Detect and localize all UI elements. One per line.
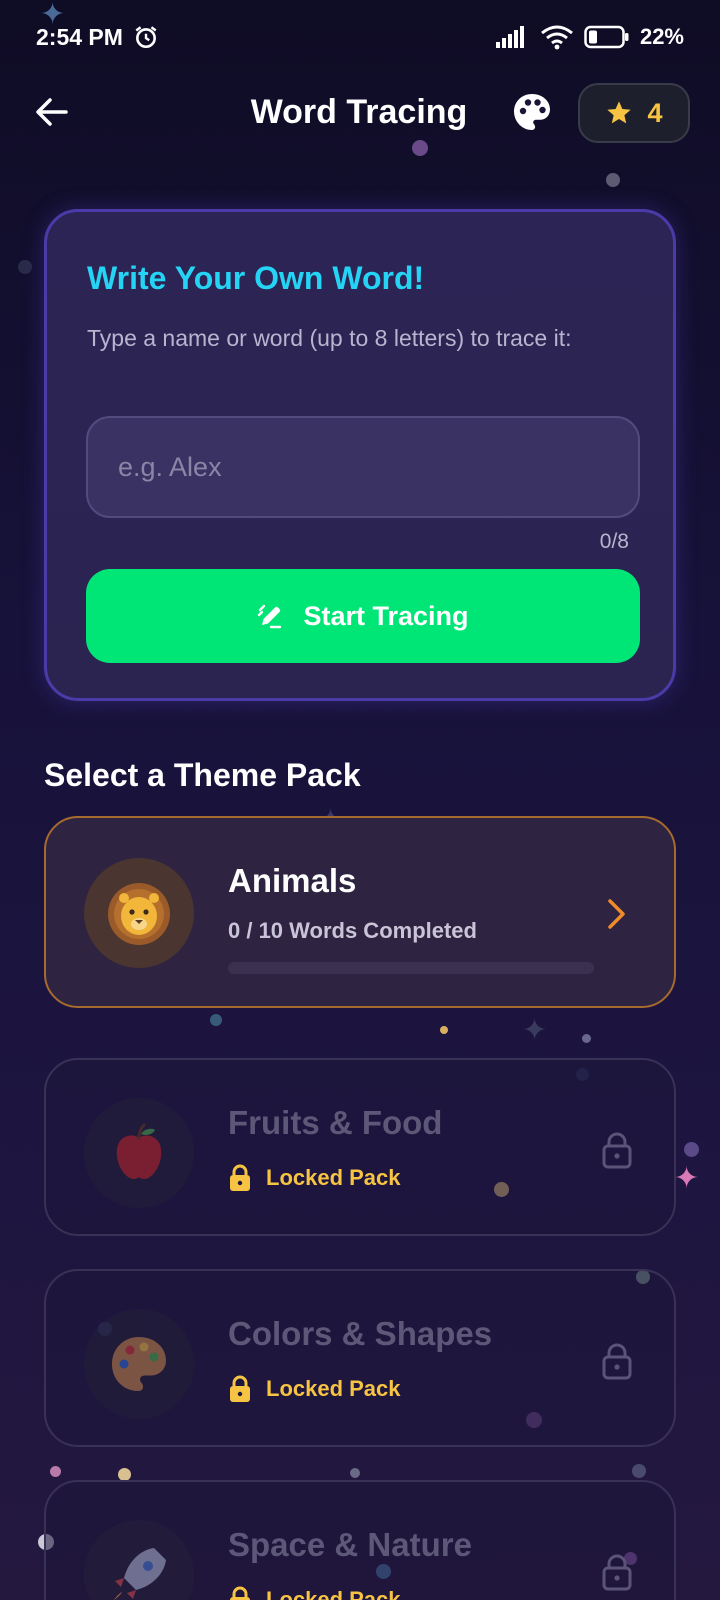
lock-icon xyxy=(230,1375,250,1402)
status-bar: 2:54 PM 22% xyxy=(0,0,720,78)
pack-name: Space & Nature xyxy=(228,1526,472,1563)
star-icon xyxy=(607,101,632,124)
pack-avatar xyxy=(84,1309,194,1419)
start-tracing-label: Start Tracing xyxy=(303,600,469,631)
lock-outline-icon xyxy=(602,1343,632,1380)
alarm-icon xyxy=(135,26,157,49)
rocket-icon xyxy=(114,1548,166,1600)
pack-avatar xyxy=(84,1520,194,1600)
lock-outline-icon xyxy=(602,1132,632,1169)
chevron-right-icon xyxy=(608,899,625,929)
pack-progress-text: 0 / 10 Words Completed xyxy=(228,918,477,943)
locked-label: Locked Pack xyxy=(228,1375,401,1403)
character-counter: 0/8 xyxy=(599,530,629,553)
status-time: 2:54 PM xyxy=(36,24,123,50)
lock-outline-icon xyxy=(602,1554,632,1591)
palette-icon xyxy=(514,94,550,130)
pack-progress-bar xyxy=(228,962,594,974)
star-counter-badge[interactable]: 4 xyxy=(578,83,690,143)
pack-avatar xyxy=(84,858,194,968)
battery-percent: 22% xyxy=(639,24,684,49)
signal-icon xyxy=(495,26,524,48)
locked-pack-text: Locked Pack xyxy=(266,1376,401,1401)
custom-word-description: Type a name or word (up to 8 letters) to… xyxy=(87,325,572,351)
theme-section-title: Select a Theme Pack xyxy=(44,757,361,793)
locked-label: Locked Pack xyxy=(228,1586,401,1600)
locked-label: Locked Pack xyxy=(228,1164,401,1192)
lock-icon xyxy=(230,1586,250,1600)
apple-icon xyxy=(116,1123,162,1179)
start-tracing-button[interactable]: Start Tracing xyxy=(86,569,640,663)
wifi-icon xyxy=(541,25,573,50)
app-header: Word Tracing 4 xyxy=(0,80,720,144)
custom-word-input[interactable] xyxy=(86,416,640,518)
pack-avatar xyxy=(84,1098,194,1208)
locked-pack-text: Locked Pack xyxy=(266,1165,401,1190)
palette-icon xyxy=(112,1337,166,1391)
pack-name: Colors & Shapes xyxy=(228,1315,493,1352)
pencil-icon xyxy=(258,604,282,629)
star-count: 4 xyxy=(647,97,663,128)
lion-icon xyxy=(108,883,170,945)
locked-pack-text: Locked Pack xyxy=(266,1587,401,1600)
pack-card-colors-shapes[interactable]: Colors & Shapes Locked Pack xyxy=(44,1269,676,1447)
pack-card-fruits-food[interactable]: Fruits & Food Locked Pack xyxy=(44,1058,676,1236)
pack-name: Fruits & Food xyxy=(228,1104,443,1141)
custom-word-card: Write Your Own Word! Type a name or word… xyxy=(44,209,676,701)
theme-color-button[interactable] xyxy=(510,90,554,134)
pack-card-animals[interactable]: Animals 0 / 10 Words Completed xyxy=(44,816,676,1008)
pack-card-space-nature[interactable]: Space & Nature Locked Pack xyxy=(44,1480,676,1600)
lock-icon xyxy=(230,1164,250,1191)
battery-icon xyxy=(584,25,629,49)
custom-word-title: Write Your Own Word! xyxy=(87,260,425,296)
pack-name: Animals xyxy=(228,862,357,899)
